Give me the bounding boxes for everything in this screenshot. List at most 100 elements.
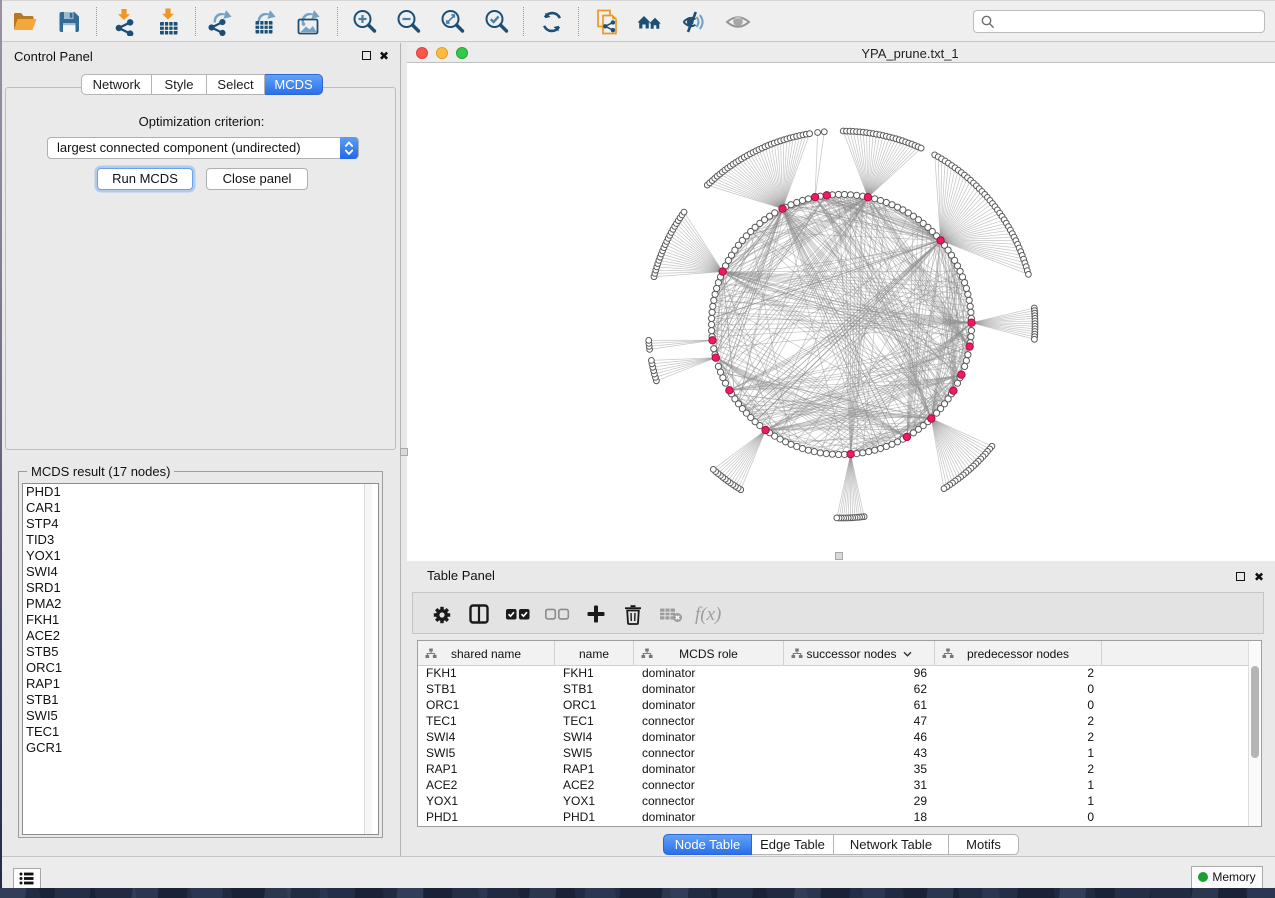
table-cell[interactable]: FKH1 [555,666,634,682]
network-node[interactable] [715,363,721,369]
table-row[interactable]: RAP1RAP1dominator352 [418,762,1251,778]
mcds-list-scrollbar[interactable] [364,484,372,834]
network-hub-node[interactable] [811,194,818,201]
network-node[interactable] [883,443,889,449]
network-node[interactable] [965,291,971,297]
table-row[interactable]: YOX1YOX1connector291 [418,794,1251,810]
table-row[interactable]: TEC1TEC1connector472 [418,714,1251,730]
table-cell[interactable]: 1 [935,794,1102,810]
table-cell[interactable]: YOX1 [418,794,555,810]
table-cell[interactable]: 61 [784,698,935,714]
network-hub-node[interactable] [779,205,786,212]
network-node[interactable] [709,309,715,315]
column-header-name[interactable]: name [555,641,634,666]
network-node[interactable] [854,192,860,198]
network-leaf-node[interactable] [815,130,821,136]
network-node[interactable] [966,297,972,303]
table-row[interactable]: STB1STB1dominator620 [418,682,1251,698]
table-cell[interactable]: STB1 [555,682,634,698]
mcds-result-item[interactable]: TID3 [23,532,378,548]
float-panel-icon[interactable] [362,51,371,60]
network-leaf-node[interactable] [1032,336,1038,342]
save-session-icon[interactable] [55,8,83,36]
mcds-result-item[interactable]: PMA2 [23,596,378,612]
table-cell[interactable]: 0 [935,698,1102,714]
table-row[interactable]: SWI4SWI4dominator462 [418,730,1251,746]
split-columns-icon[interactable] [469,604,489,629]
export-table-icon[interactable] [250,8,278,36]
network-node[interactable] [817,450,823,456]
run-mcds-button[interactable]: Run MCDS [97,168,193,190]
network-leaf-node[interactable] [681,209,687,215]
zoom-in-icon[interactable] [351,8,379,36]
table-cell[interactable]: 1 [935,778,1102,794]
mcds-result-item[interactable]: SWI5 [23,708,378,724]
table-tab-network-table[interactable]: Network Table [834,834,949,855]
network-hub-node[interactable] [928,415,935,422]
mcds-result-item[interactable]: ACE2 [23,628,378,644]
table-cell[interactable]: YOX1 [555,794,634,810]
network-hub-node[interactable] [762,426,769,433]
table-cell[interactable]: ORC1 [555,698,634,714]
network-node[interactable] [965,352,971,358]
import-table-icon[interactable] [154,8,182,36]
table-cell[interactable]: dominator [634,666,784,682]
table-cell[interactable]: 1 [935,746,1102,762]
mcds-result-item[interactable]: SWI4 [23,564,378,580]
network-node[interactable] [877,445,883,451]
clone-network-icon[interactable] [593,8,621,36]
network-hub-node[interactable] [847,451,854,458]
task-history-button[interactable] [13,868,41,889]
network-node[interactable] [860,450,866,456]
network-node[interactable] [710,303,716,309]
table-cell[interactable]: 35 [784,762,935,778]
network-node[interactable] [968,328,974,334]
network-hub-node[interactable] [937,237,944,244]
mcds-result-item[interactable]: SRD1 [23,580,378,596]
table-cell[interactable]: ORC1 [418,698,555,714]
table-cell[interactable]: 46 [784,730,935,746]
network-node[interactable] [823,451,829,457]
table-cell[interactable]: 2 [935,762,1102,778]
delete-column-icon[interactable] [624,604,642,630]
first-neighbors-icon[interactable] [636,8,664,36]
mcds-result-item[interactable]: TEC1 [23,724,378,740]
table-cell[interactable]: 0 [935,682,1102,698]
network-hub-node[interactable] [864,194,871,201]
vertical-splitter-handle[interactable] [400,448,408,456]
table-cell[interactable]: connector [634,778,784,794]
table-row[interactable]: ORC1ORC1dominator610 [418,698,1251,714]
column-header-MCDS-role[interactable]: MCDS role [634,641,784,666]
mcds-result-list[interactable]: PHD1CAR1STP4TID3YOX1SWI4SRD1PMA2FKH1ACE2… [22,483,379,835]
network-node[interactable] [910,430,916,436]
export-network-icon[interactable] [206,8,234,36]
table-tab-node-table[interactable]: Node Table [663,834,752,855]
column-header-predecessor-nodes[interactable]: predecessor nodes [935,641,1102,666]
table-cell[interactable]: FKH1 [418,666,555,682]
network-node[interactable] [835,191,841,197]
table-cell[interactable]: PHD1 [418,810,555,826]
mcds-result-item[interactable]: CAR1 [23,500,378,516]
column-header-successor-nodes[interactable]: successor nodes [784,641,935,666]
network-node[interactable] [811,449,817,455]
network-hub-node[interactable] [903,433,910,440]
network-hub-node[interactable] [823,192,830,199]
table-cell[interactable]: 2 [935,714,1102,730]
network-leaf-node[interactable] [1026,272,1032,278]
table-cell[interactable]: dominator [634,682,784,698]
network-node[interactable] [968,334,974,340]
network-node[interactable] [772,210,778,216]
criterion-stepper-icon[interactable] [340,137,358,159]
window-minimize-light[interactable] [436,47,448,59]
float-table-panel-icon[interactable] [1236,572,1245,581]
zoom-fit-icon[interactable] [439,8,467,36]
table-cell[interactable]: TEC1 [418,714,555,730]
network-hub-node[interactable] [719,268,726,275]
control-tab-select[interactable]: Select [207,74,265,95]
sort-descending-icon[interactable] [903,651,912,657]
network-node[interactable] [872,196,878,202]
network-hub-node[interactable] [709,337,716,344]
table-tab-edge-table[interactable]: Edge Table [752,834,834,855]
network-leaf-node[interactable] [834,515,840,521]
network-node[interactable] [711,297,717,303]
